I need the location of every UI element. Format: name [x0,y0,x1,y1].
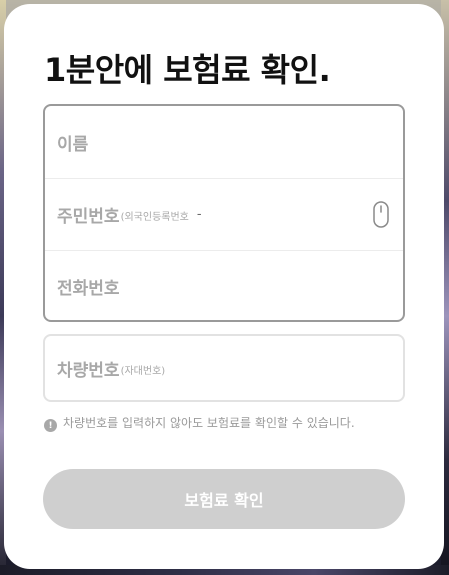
headline: 1분안에 보험료 확인. [44,51,331,89]
resident-number-field[interactable]: 주민번호 (외국인등록번호 - [45,178,403,250]
vehicle-number-field[interactable]: 차량번호 (자대번호) [43,334,405,402]
info-icon: ! [44,419,57,432]
quote-card: 1분안에 보험료 확인. 이름 주민번호 (외국인등록번호 - 전화번호 차량번… [4,4,444,569]
name-field[interactable]: 이름 [45,106,403,178]
notice-text: 차량번호를 입력하지 않아도 보험료를 확인할 수 있습니다. [63,416,355,430]
notice: ! 차량번호를 입력하지 않아도 보험료를 확인할 수 있습니다. [44,416,374,432]
confirm-button[interactable]: 보험료 확인 [43,469,405,529]
name-label: 이름 [57,134,89,155]
phone-field[interactable]: 전화번호 [45,250,403,322]
mouse-icon[interactable] [373,201,389,228]
personal-info-form: 이름 주민번호 (외국인등록번호 - 전화번호 [43,104,405,322]
vehicle-label: 차량번호 [57,360,120,381]
vehicle-sub-label: (자대번호) [120,365,166,377]
resident-sub-label: (외국인등록번호 [120,212,189,223]
resident-separator: - [196,207,202,222]
resident-label: 주민번호 [57,207,120,227]
phone-label: 전화번호 [57,279,120,299]
